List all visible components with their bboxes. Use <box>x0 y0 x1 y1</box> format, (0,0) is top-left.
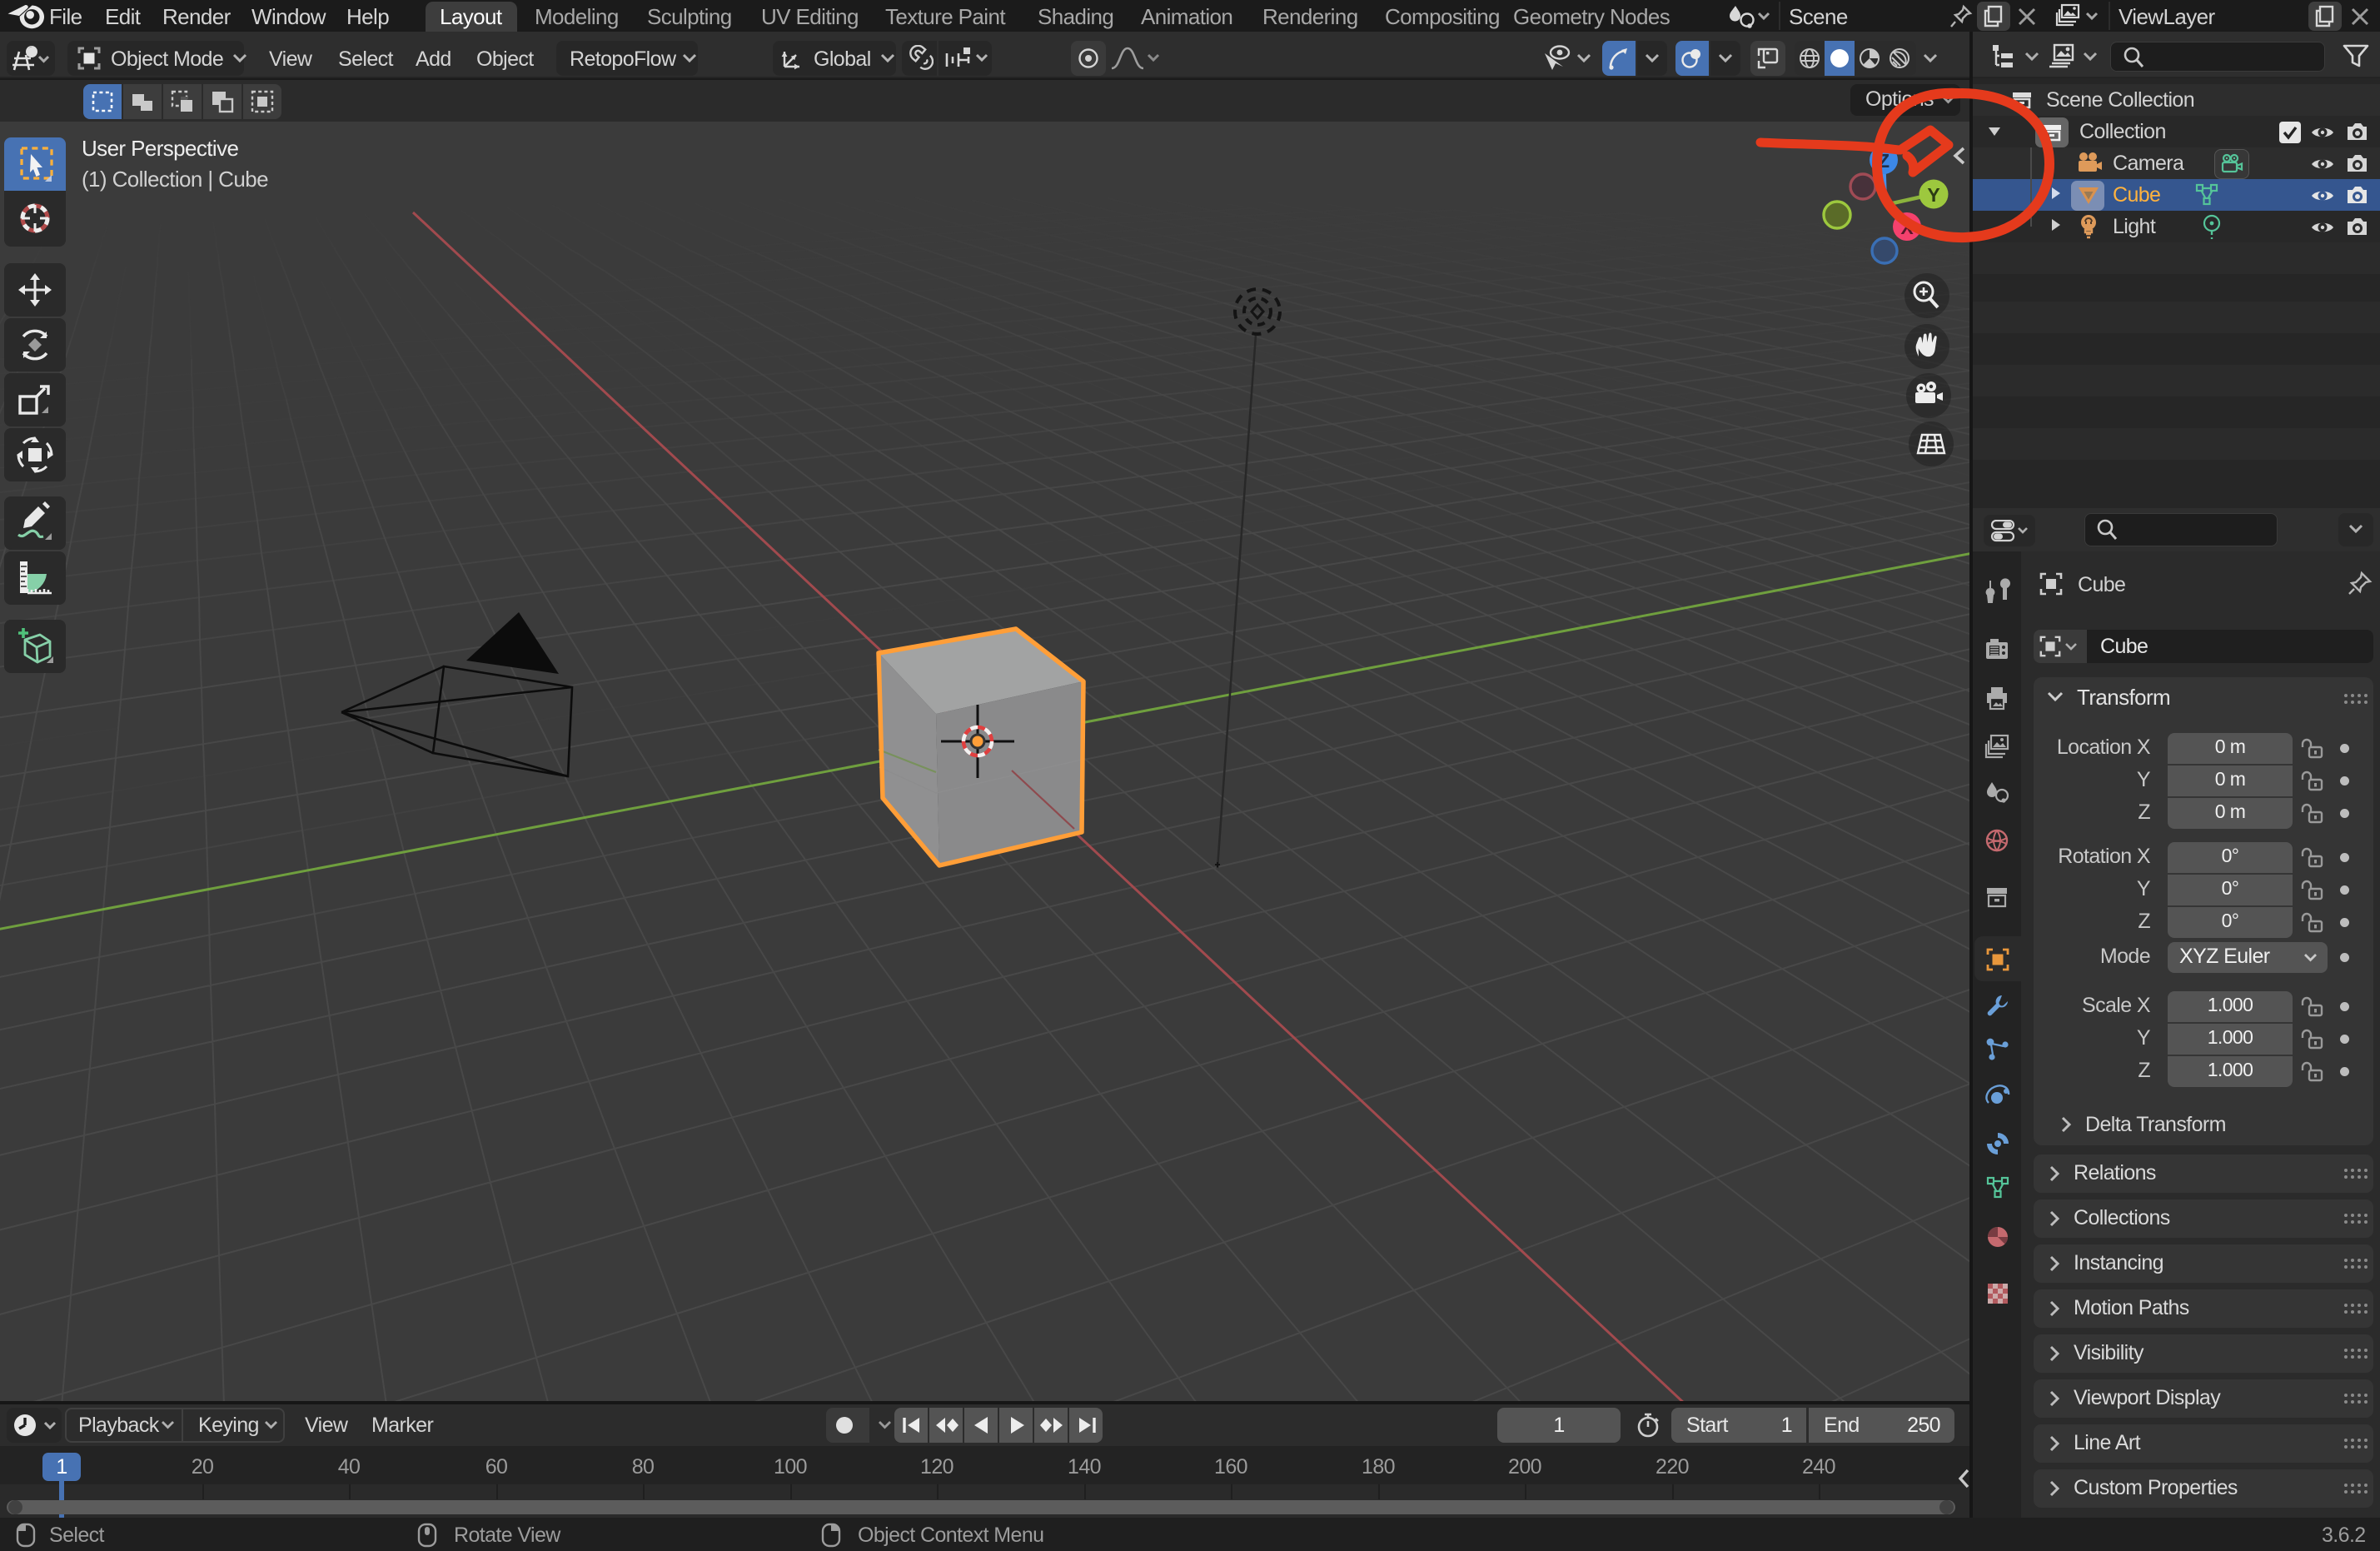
svg-text:Y: Y <box>1927 184 1939 206</box>
svg-text:X: X <box>1900 217 1914 238</box>
svg-text:Z: Z <box>1878 150 1890 172</box>
